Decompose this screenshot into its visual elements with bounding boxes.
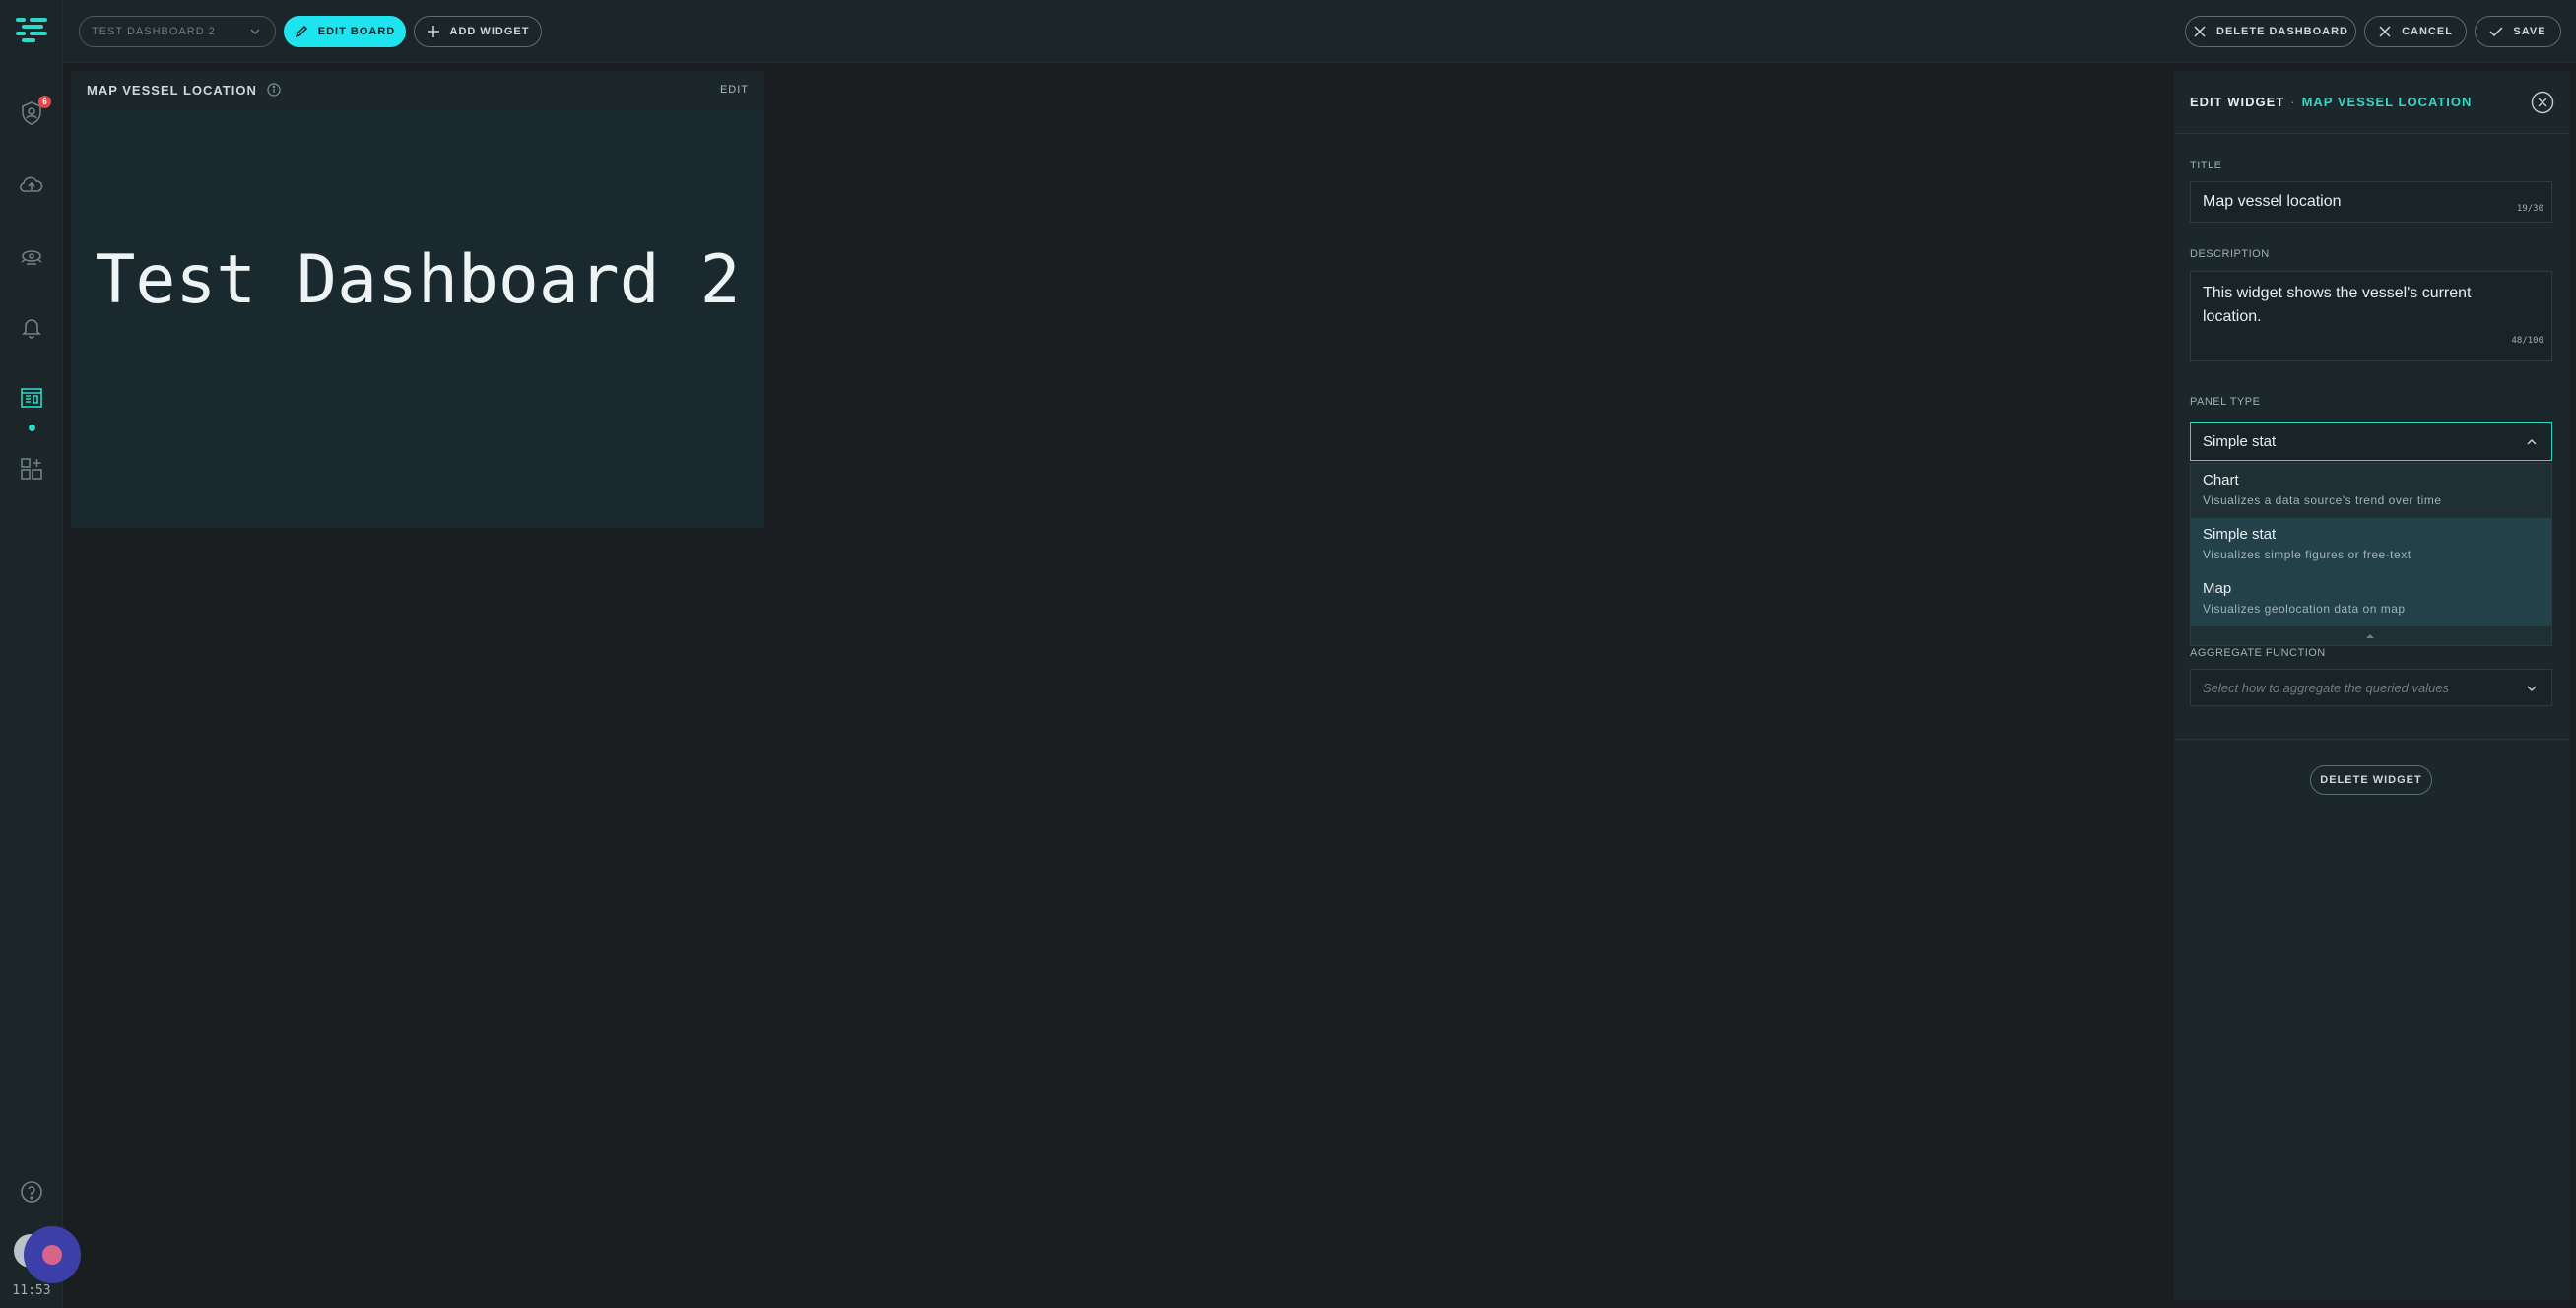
option-description: Visualizes a data source's trend over ti…	[2203, 493, 2442, 507]
panel-header-separator: ·	[2290, 95, 2296, 109]
aggregate-function-label: AGGREGATE FUNCTION	[2190, 647, 2326, 659]
option-description: Visualizes geolocation data on map	[2203, 602, 2406, 616]
aggregate-function-placeholder: Select how to aggregate the queried valu…	[2203, 680, 2450, 695]
title-label: TITLE	[2190, 160, 2222, 171]
cancel-button[interactable]: CANCEL	[2364, 16, 2467, 47]
save-label: SAVE	[2513, 26, 2546, 37]
title-input-value: Map vessel location	[2203, 193, 2342, 210]
option-description: Visualizes simple figures or free-text	[2203, 548, 2411, 561]
widget-card: MAP VESSEL LOCATION EDIT Test Dashboard …	[71, 71, 764, 528]
chevron-up-icon	[2527, 438, 2537, 445]
add-widget-button[interactable]: ADD WIDGET	[414, 16, 542, 47]
record-button[interactable]	[24, 1226, 81, 1283]
cancel-label: CANCEL	[2402, 26, 2453, 37]
description-textarea[interactable]: This widget shows the vessel's current l…	[2190, 271, 2552, 361]
option-title: Simple stat	[2203, 526, 2277, 543]
delete-widget-button[interactable]: DELETE WIDGET	[2310, 765, 2432, 795]
option-title: Map	[2203, 580, 2232, 597]
option-simple-stat[interactable]: Simple stat Visualizes simple figures or…	[2191, 518, 2551, 572]
option-map[interactable]: Map Visualizes geolocation data on map	[2191, 572, 2551, 626]
option-title: Chart	[2203, 472, 2239, 489]
checkmark-icon	[2489, 27, 2503, 37]
record-dot-icon	[42, 1245, 62, 1265]
clock: 11:53	[12, 1283, 51, 1298]
edit-widget-panel: EDIT WIDGET · MAP VESSEL LOCATION TITLE …	[2174, 71, 2570, 1300]
bell-icon[interactable]	[17, 312, 46, 342]
delete-dashboard-label: DELETE DASHBOARD	[2216, 26, 2348, 37]
widget-title: MAP VESSEL LOCATION	[87, 82, 257, 98]
alert-count-badge: 6	[38, 96, 51, 108]
widget-header: MAP VESSEL LOCATION	[71, 71, 764, 108]
panel-type-select[interactable]: Simple stat	[2190, 422, 2552, 461]
close-panel-icon[interactable]	[2531, 91, 2554, 114]
description-value: This widget shows the vessel's current l…	[2203, 285, 2472, 325]
panel-type-dropdown: Chart Visualizes a data source's trend o…	[2190, 463, 2552, 646]
edit-board-button[interactable]: EDIT BOARD	[284, 16, 406, 47]
top-bar: TEST DASHBOARD 2 EDIT BOARD ADD WIDGET D…	[63, 0, 2576, 63]
panel-header-prefix: EDIT WIDGET	[2190, 95, 2285, 109]
description-counter: 48/100	[2511, 336, 2543, 346]
panel-type-label: PANEL TYPE	[2190, 396, 2261, 408]
delete-widget-label: DELETE WIDGET	[2320, 774, 2422, 786]
panel-type-value: Simple stat	[2203, 432, 2277, 450]
pencil-icon	[295, 25, 307, 38]
help-icon[interactable]	[17, 1177, 46, 1207]
edit-board-label: EDIT BOARD	[317, 26, 396, 37]
info-icon[interactable]	[267, 83, 281, 97]
active-indicator	[29, 425, 35, 431]
sidebar: 6 11:53	[0, 0, 81, 1308]
panel-header: EDIT WIDGET · MAP VESSEL LOCATION	[2174, 71, 2570, 134]
option-chart[interactable]: Chart Visualizes a data source's trend o…	[2191, 464, 2551, 518]
satellite-dish-icon[interactable]	[17, 241, 46, 271]
aggregate-function-select[interactable]: Select how to aggregate the queried valu…	[2190, 669, 2552, 706]
title-counter: 19/30	[2516, 204, 2543, 214]
save-button[interactable]: SAVE	[2475, 16, 2561, 47]
widget-edit-link[interactable]: EDIT	[720, 84, 749, 96]
title-input[interactable]: Map vessel location 19/30	[2190, 181, 2552, 223]
dashboard-select[interactable]: TEST DASHBOARD 2	[79, 16, 276, 47]
scroll-up-icon[interactable]	[2364, 631, 2376, 641]
description-label: DESCRIPTION	[2190, 248, 2270, 260]
widget-body: Test Dashboard 2	[71, 110, 764, 528]
chevron-down-icon	[250, 29, 260, 35]
app-logo-icon[interactable]	[16, 18, 47, 43]
plus-icon	[427, 26, 439, 37]
delete-dashboard-button[interactable]: DELETE DASHBOARD	[2185, 16, 2356, 47]
add-widget-grid-icon[interactable]	[17, 454, 46, 484]
divider	[2174, 739, 2570, 740]
user-area: A	[14, 1226, 85, 1287]
cloud-upload-icon[interactable]	[17, 170, 46, 200]
close-icon	[2194, 26, 2206, 37]
widget-stat-text: Test Dashboard 2	[95, 240, 741, 319]
close-icon	[2379, 26, 2391, 37]
chevron-down-icon	[2527, 686, 2537, 692]
panel-header-widget-name: MAP VESSEL LOCATION	[2301, 95, 2473, 109]
dashboard-icon[interactable]	[17, 383, 46, 413]
add-widget-label: ADD WIDGET	[449, 26, 530, 37]
dashboard-select-label: TEST DASHBOARD 2	[92, 26, 216, 37]
